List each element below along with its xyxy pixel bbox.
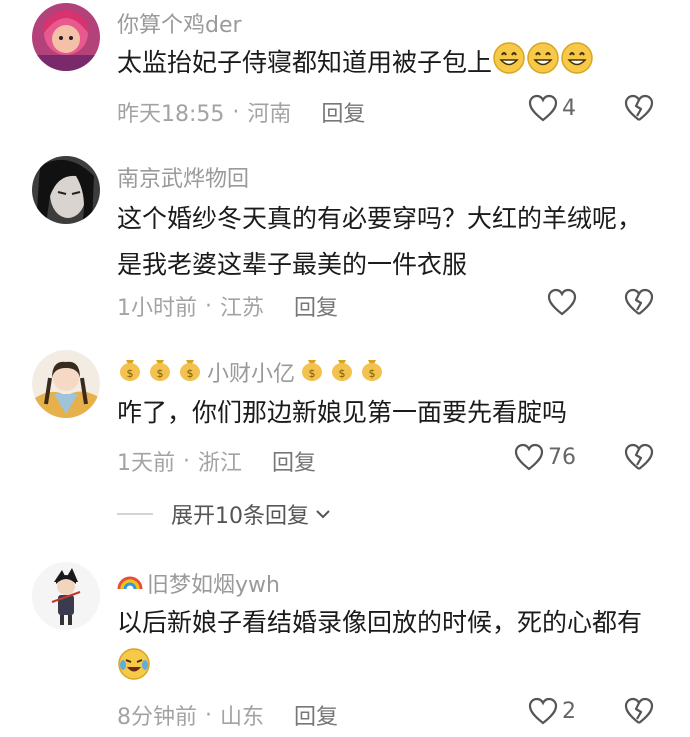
avatar[interactable] [32,156,100,224]
broken-heart-icon [624,443,654,470]
meta-separator: · [205,293,212,319]
heart-icon [528,697,558,725]
comment-meta: 1小时前 · 江苏 回复 [117,290,338,322]
comment-meta: 昨天18:55 · 河南 回复 [117,96,365,128]
reply-button[interactable]: 回复 [294,290,338,322]
comment-meta: 1天前 · 浙江 回复 [117,445,316,477]
avatar[interactable] [32,3,100,71]
username[interactable]: $ $ $ 小财小亿 $ $ $ [117,356,389,388]
avatar[interactable] [32,562,100,630]
comment-text: 以后新娘子看结婚录像回放的时候，死的心都有 [117,600,647,692]
heart-icon [547,288,577,316]
svg-text:$: $ [187,367,194,380]
dislike-button[interactable] [624,94,654,126]
like-button[interactable]: 4 [528,94,576,122]
like-button[interactable]: 76 [514,443,576,471]
comment-text: 咋了，你们那边新娘见第一面要先看腚吗 [117,398,568,427]
location: 江苏 [220,296,265,321]
meta-separator: · [183,448,190,474]
broken-heart-icon [624,697,654,724]
like-count: 4 [562,95,576,121]
reply-button[interactable]: 回复 [321,96,365,128]
reply-button[interactable]: 回复 [294,699,338,731]
heart-icon [528,94,558,122]
dislike-button[interactable] [624,697,654,729]
like-count: 2 [562,698,576,724]
reply-button[interactable]: 回复 [272,445,316,477]
broken-heart-icon [624,288,654,315]
heart-icon [514,443,544,471]
rainbow-icon [117,569,147,597]
dislike-button[interactable] [624,443,654,475]
location: 浙江 [198,451,243,476]
svg-text:$: $ [339,367,346,380]
avatar[interactable] [32,350,100,418]
timestamp: 昨天18:55 [117,102,225,127]
like-button[interactable] [547,288,581,316]
username[interactable]: 你算个鸡der [117,7,242,39]
timestamp: 1小时前 [117,296,197,321]
timestamp: 8分钟前 [117,705,197,730]
money-bag-icon: $ $ $ [117,356,207,388]
username[interactable]: 旧梦如烟ywh [117,567,280,599]
svg-text:$: $ [369,367,376,380]
expand-divider [117,513,153,515]
meta-separator: · [232,99,240,125]
like-count: 76 [548,444,576,470]
meta-separator: · [205,702,212,728]
comment-text: 太监抬妃子侍寝都知道用被子包上 [117,40,662,86]
svg-text:$: $ [309,367,316,380]
chevron-down-icon [316,510,330,519]
comment-list: 你算个鸡der 太监抬妃子侍寝都知道用被子包上 昨天18:55 · 河南 回复 … [0,0,690,737]
timestamp: 1天前 [117,451,175,476]
expand-replies-button[interactable]: 展开10条回复 [117,498,331,530]
money-bag-icon: $ $ $ [299,356,389,388]
username[interactable]: 南京武烨物回 [117,161,249,193]
broken-heart-icon [624,94,654,121]
svg-text:$: $ [157,367,164,380]
grinning-face-icon [492,42,594,77]
location: 山东 [220,705,265,730]
comment-text: 这个婚纱冬天真的有必要穿吗？大红的羊绒呢，是我老婆这辈子最美的一件衣服 [117,204,643,279]
dislike-button[interactable] [624,288,654,320]
comment-meta: 8分钟前 · 山东 回复 [117,699,338,731]
like-button[interactable]: 2 [528,697,576,725]
crying-laughing-face-icon [117,648,151,683]
svg-text:$: $ [127,367,134,380]
location: 河南 [247,102,292,127]
